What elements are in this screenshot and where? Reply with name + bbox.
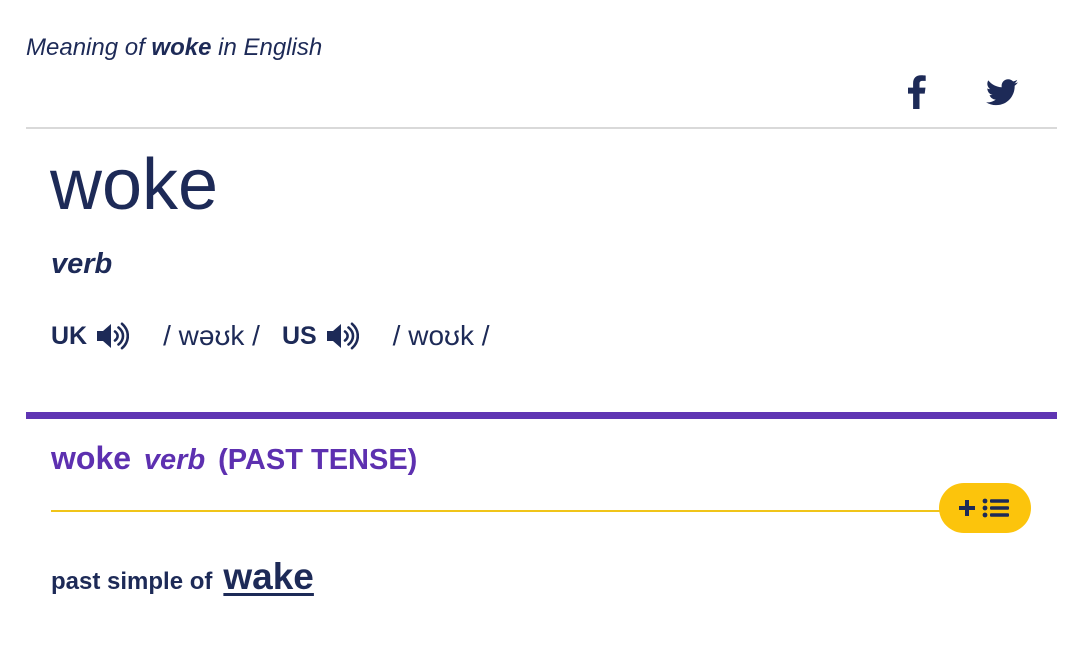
headword: woke [50,145,219,225]
uk-audio-button[interactable] [95,322,130,350]
region-uk-label: UK [51,321,88,350]
title-suffix: in English [218,34,323,61]
pronunciation-row: UK / wəʊk / US / woʊk / [51,316,490,356]
page-title-line: Meaning of woke in English [26,34,322,62]
twitter-share-button[interactable] [982,72,1022,112]
us-audio-button[interactable] [325,322,359,350]
ipa-us: / woʊk / [392,320,490,351]
speaker-icon [97,322,130,350]
sense-grammar: (PAST TENSE) [218,444,418,476]
sense-divider [51,510,951,512]
facebook-icon [908,75,926,109]
add-to-word-list-button[interactable] [939,483,1031,533]
title-word: woke [151,34,212,61]
part-of-speech: verb [51,248,113,280]
sense-word: woke [51,440,132,476]
definition-link-wake[interactable]: wake [223,556,314,598]
definition: past simple of wake [51,556,314,598]
speaker-icon [326,322,359,350]
title-prefix: Meaning of [26,34,145,61]
section-divider [26,412,1057,419]
ipa-uk: / wəʊk / [163,320,260,351]
sense-pos: verb [143,444,206,476]
sense-heading: woke verb (PAST TENSE) [51,440,417,477]
facebook-share-button[interactable] [896,72,936,112]
header-divider [26,127,1057,129]
definition-text: past simple of [51,568,213,595]
twitter-icon [986,78,1018,105]
plus-list-icon [959,498,1009,518]
region-us-label: US [281,321,317,350]
